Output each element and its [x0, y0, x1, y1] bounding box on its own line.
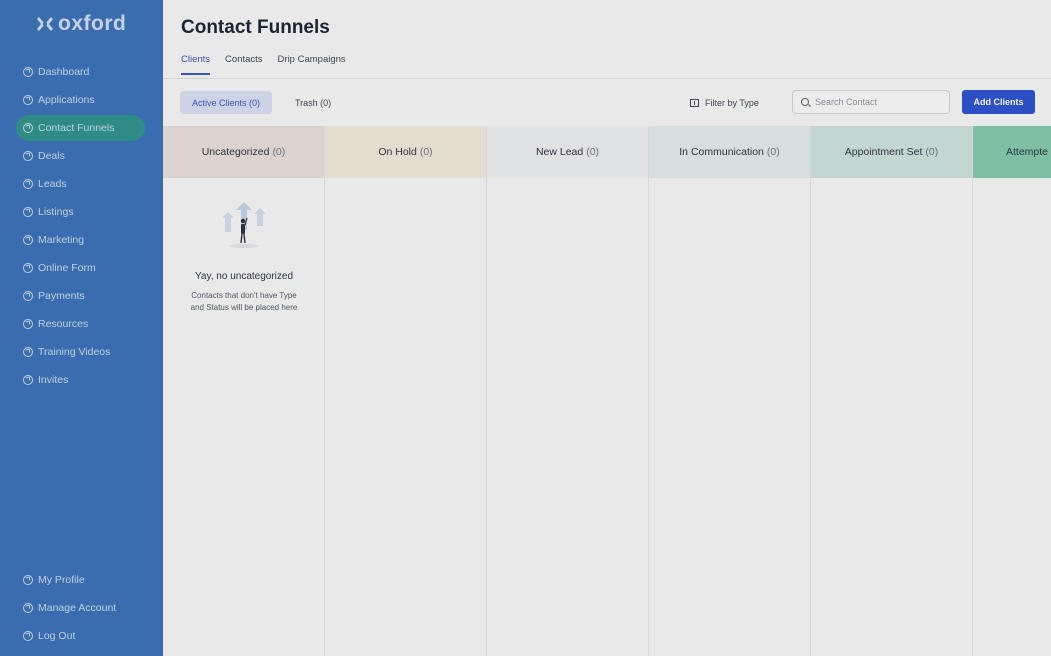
sidebar-item-label: Invites — [38, 374, 69, 386]
empty-state-description: Contacts that don't have Type and Status… — [190, 291, 298, 312]
filter-label: Filter by Type — [705, 97, 759, 108]
check-circle-icon — [23, 263, 33, 273]
sidebar-item-label: My Profile — [38, 574, 85, 586]
empty-state-illustration-icon — [222, 202, 266, 248]
column-title: Attempte — [1006, 146, 1049, 158]
sidebar-item-label: Training Videos — [38, 346, 111, 358]
check-circle-icon — [23, 291, 33, 301]
sidebar-item-online-form[interactable]: Online Form — [0, 254, 163, 282]
sidebar-item-deals[interactable]: Deals — [0, 142, 163, 170]
column-title: New Lead — [535, 146, 584, 158]
sidebar-item-label: Contact Funnels — [38, 122, 115, 134]
sidebar-item-label: Online Form — [38, 262, 96, 274]
column-header: In Communication (0) — [649, 126, 810, 178]
check-circle-icon — [23, 375, 33, 385]
column-header: Attempte — [973, 126, 1051, 178]
sidebar-item-resources[interactable]: Resources — [0, 310, 163, 338]
filter-by-type-button[interactable]: Filter by Type — [690, 91, 759, 114]
empty-state: Yay, no uncategorized Contacts that don'… — [163, 196, 325, 313]
column-count: (0) — [272, 146, 286, 158]
column-title: Appointment Set — [844, 146, 923, 158]
filter-icon — [690, 98, 699, 107]
check-circle-icon — [23, 95, 33, 105]
tab-contacts[interactable]: Contacts — [225, 54, 263, 73]
column-header: Appointment Set (0) — [811, 126, 972, 178]
funnel-column-in-communication: In Communication (0) — [649, 126, 811, 656]
sidebar-item-label: Leads — [38, 178, 67, 190]
sidebar-item-label: Listings — [38, 206, 74, 218]
tab-divider — [163, 78, 1051, 79]
sidebar-item-label: Dashboard — [38, 66, 90, 78]
sidebar-item-label: Deals — [38, 150, 65, 162]
main-content: Contact Funnels Clients Contacts Drip Ca… — [163, 0, 1051, 656]
search-icon — [801, 98, 809, 106]
check-circle-icon — [23, 123, 33, 133]
oxford-logo-icon — [37, 17, 53, 31]
funnel-column-uncategorized: Uncategorized (0) Yay, no uncategorized C… — [163, 126, 325, 656]
active-clients-button[interactable]: Active Clients (0) — [180, 91, 273, 114]
funnel-column-on-hold: On Hold (0) — [325, 126, 487, 656]
sidebar-item-marketing[interactable]: Marketing — [0, 226, 163, 254]
column-title: On Hold — [378, 146, 417, 158]
check-circle-icon — [23, 319, 33, 329]
column-header: Uncategorized (0) — [163, 126, 324, 178]
sidebar-item-leads[interactable]: Leads — [0, 170, 163, 198]
check-circle-icon — [23, 575, 33, 585]
check-circle-icon — [23, 603, 33, 613]
sidebar-item-label: Log Out — [38, 630, 76, 642]
sidebar-item-my-profile[interactable]: My Profile — [0, 566, 163, 594]
sidebar-item-label: Marketing — [38, 234, 85, 246]
toolbar: Active Clients (0) Trash (0) Filter by T… — [163, 88, 1051, 118]
sidebar-item-manage-account[interactable]: Manage Account — [0, 594, 163, 622]
check-circle-icon — [23, 151, 33, 161]
sidebar-item-label: Payments — [38, 290, 85, 302]
check-circle-icon — [23, 207, 33, 217]
sidebar-item-dashboard[interactable]: Dashboard — [0, 58, 163, 86]
funnel-column-attempted: Attempte — [973, 126, 1051, 656]
funnel-column-new-lead: New Lead (0) — [487, 126, 649, 656]
add-clients-button[interactable]: Add Clients — [962, 90, 1035, 114]
tab-clients[interactable]: Clients — [181, 54, 211, 75]
sidebar-nav: Dashboard Applications Contact Funnels D… — [0, 58, 163, 394]
funnel-column-appointment-set: Appointment Set (0) — [811, 126, 973, 656]
check-circle-icon — [23, 631, 33, 641]
sidebar-item-payments[interactable]: Payments — [0, 282, 163, 310]
brand-name: oxford — [58, 12, 127, 35]
search-contact-input[interactable]: Search Contact — [792, 90, 950, 114]
check-circle-icon — [23, 235, 33, 245]
sidebar-item-log-out[interactable]: Log Out — [0, 622, 163, 650]
column-count: (0) — [925, 146, 939, 158]
sidebar: oxford Dashboard Applications Contact Fu… — [0, 0, 163, 656]
tab-bar: Clients Contacts Drip Campaigns — [181, 54, 346, 75]
tab-drip-campaigns[interactable]: Drip Campaigns — [278, 54, 346, 73]
column-count: (0) — [586, 146, 600, 158]
check-circle-icon — [23, 67, 33, 77]
sidebar-account-nav: My Profile Manage Account Log Out — [0, 566, 163, 650]
funnel-board: Uncategorized (0) Yay, no uncategorized C… — [163, 126, 1051, 656]
sidebar-item-training-videos[interactable]: Training Videos — [0, 338, 163, 366]
sidebar-item-label: Applications — [38, 94, 95, 106]
column-header: On Hold (0) — [325, 126, 486, 178]
sidebar-item-listings[interactable]: Listings — [0, 198, 163, 226]
check-circle-icon — [23, 347, 33, 357]
sidebar-item-applications[interactable]: Applications — [0, 86, 163, 114]
search-placeholder: Search Contact — [815, 97, 878, 107]
sidebar-item-invites[interactable]: Invites — [0, 366, 163, 394]
sidebar-item-label: Manage Account — [38, 602, 117, 614]
page-title: Contact Funnels — [181, 17, 330, 38]
trash-button[interactable]: Trash (0) — [285, 91, 341, 114]
brand-logo[interactable]: oxford — [36, 12, 126, 36]
column-title: In Communication — [679, 146, 764, 158]
sidebar-item-contact-funnels[interactable]: Contact Funnels — [0, 114, 163, 142]
column-count: (0) — [419, 146, 433, 158]
column-count: (0) — [766, 146, 780, 158]
sidebar-item-label: Resources — [38, 318, 89, 330]
check-circle-icon — [23, 179, 33, 189]
empty-state-title: Yay, no uncategorized — [194, 271, 294, 282]
column-header: New Lead (0) — [487, 126, 648, 178]
column-title: Uncategorized — [201, 146, 270, 158]
